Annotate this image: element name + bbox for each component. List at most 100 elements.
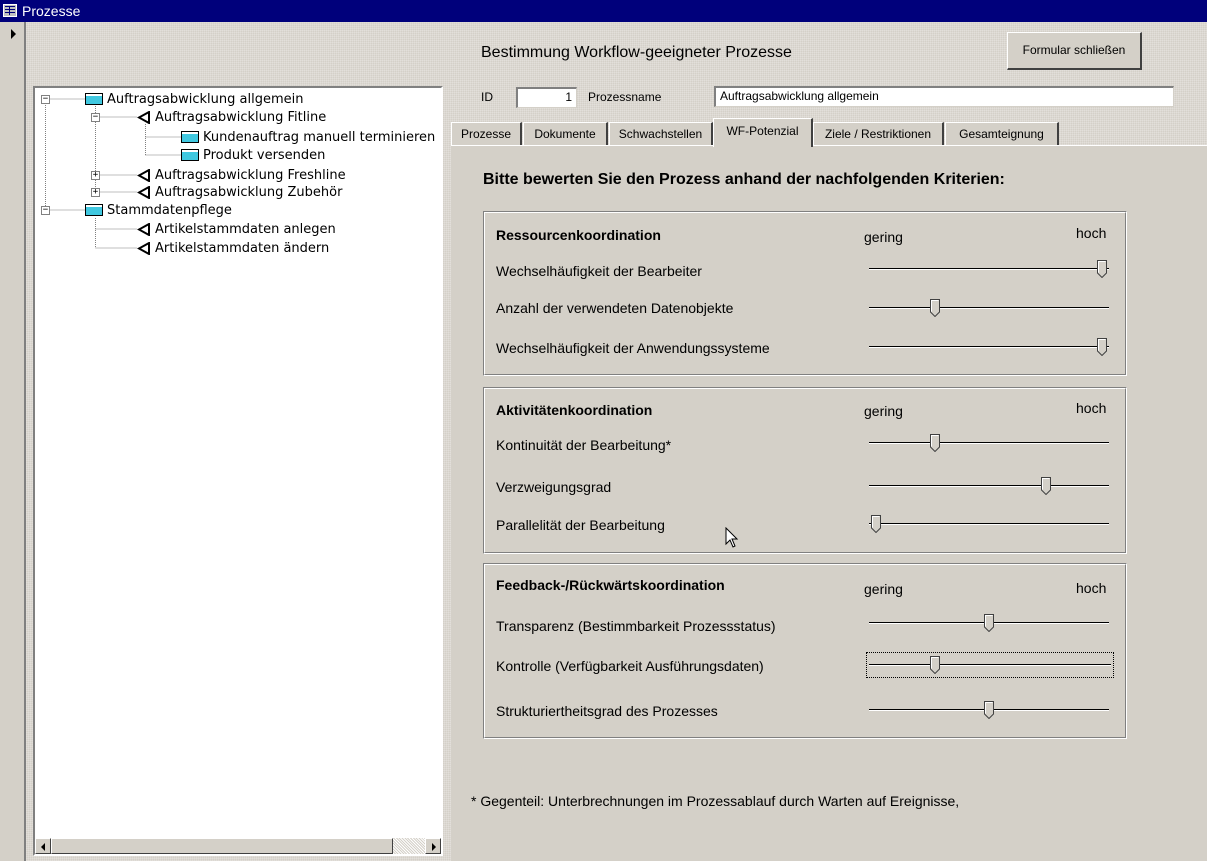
scale-high-label: hoch — [1076, 580, 1107, 596]
tree-node-label: Stammdatenpflege — [107, 202, 232, 218]
rating-slider[interactable] — [869, 259, 1109, 279]
scroll-left-button[interactable] — [35, 838, 51, 854]
window-title: Prozesse — [22, 3, 81, 19]
tree-node[interactable]: Auftragsabwicklung allgemein — [85, 90, 303, 108]
criterion-label: Kontinuität der Bearbeitung* — [496, 437, 672, 453]
slider-track[interactable] — [869, 664, 1111, 665]
rating-slider[interactable] — [869, 298, 1109, 318]
arrow-left-icon — [41, 843, 45, 851]
criterion-label: Anzahl der verwendeten Datenobjekte — [496, 300, 734, 316]
tree-node-label: Artikelstammdaten ändern — [155, 240, 330, 256]
collapse-icon[interactable]: − — [41, 95, 50, 104]
scroll-right-button[interactable] — [425, 838, 441, 854]
triangle-icon — [137, 185, 150, 199]
rating-slider[interactable] — [869, 476, 1109, 496]
tree-node[interactable]: Auftragsabwicklung Zubehör — [137, 183, 342, 201]
expand-icon[interactable]: + — [91, 171, 100, 180]
tree-node[interactable]: Auftragsabwicklung Fitline — [137, 108, 326, 126]
tree-node-label: Artikelstammdaten anlegen — [155, 221, 336, 237]
rating-slider[interactable] — [869, 514, 1109, 534]
folder-icon — [181, 131, 199, 143]
tree-node-label: Auftragsabwicklung Fitline — [155, 109, 327, 125]
rating-slider[interactable] — [869, 337, 1109, 357]
window-titlebar: Prozesse — [0, 0, 1207, 22]
tree-node-label: Produkt versenden — [203, 147, 326, 163]
page-heading: Bitte bewerten Sie den Prozess anhand de… — [483, 171, 1005, 188]
tab-gesamteignung[interactable]: Gesamteignung — [945, 122, 1059, 145]
tree-node[interactable]: Kundenauftrag manuell terminieren — [181, 128, 435, 146]
slider-thumb[interactable] — [984, 614, 994, 632]
group-title: Feedback-/Rückwärtskoordination — [496, 577, 725, 593]
rating-slider-focused[interactable] — [866, 652, 1114, 678]
close-form-button[interactable]: Formular schließen — [1007, 32, 1142, 70]
scale-low-label: gering — [864, 581, 903, 597]
tree-node[interactable]: Auftragsabwicklung Freshline — [137, 166, 346, 184]
slider-thumb[interactable] — [930, 656, 940, 674]
tree-horizontal-scrollbar[interactable] — [35, 838, 441, 854]
slider-thumb[interactable] — [1041, 477, 1051, 495]
form-title: Bestimmung Workflow-geeigneter Prozesse — [481, 44, 792, 61]
folder-icon — [85, 204, 103, 216]
folder-icon — [85, 93, 103, 105]
criterion-label: Kontrolle (Verfügbarkeit Ausführungsdate… — [496, 658, 764, 674]
slider-track[interactable] — [869, 307, 1109, 308]
criterion-label: Wechselhäufigkeit der Anwendungssysteme — [496, 340, 770, 356]
tree-node[interactable]: Artikelstammdaten anlegen — [137, 220, 336, 238]
slider-track[interactable] — [869, 442, 1109, 443]
scale-high-label: hoch — [1076, 225, 1107, 241]
rating-slider[interactable] — [869, 433, 1109, 453]
tree-node[interactable]: Stammdatenpflege — [85, 201, 232, 219]
process-tree[interactable]: − − + + − Auftragsabwicklung allgemein A… — [33, 86, 443, 856]
slider-thumb[interactable] — [1097, 338, 1107, 356]
folder-icon — [181, 149, 199, 161]
tree-node[interactable]: Artikelstammdaten ändern — [137, 239, 329, 257]
tab-prozesse[interactable]: Prozesse — [451, 122, 522, 145]
slider-thumb[interactable] — [1097, 260, 1107, 278]
tree-node-label: Kundenauftrag manuell terminieren — [203, 129, 436, 145]
current-record-arrow-icon — [11, 29, 16, 39]
tab-ziele-restriktionen[interactable]: Ziele / Restriktionen — [813, 122, 944, 145]
expand-icon[interactable]: + — [91, 188, 100, 197]
scale-low-label: gering — [864, 403, 903, 419]
rating-slider[interactable] — [869, 700, 1109, 720]
form-icon — [3, 4, 17, 17]
tree-node[interactable]: Produkt versenden — [181, 146, 325, 164]
criterion-label: Parallelität der Bearbeitung — [496, 517, 665, 533]
criterion-label: Verzweigungsgrad — [496, 479, 612, 495]
scale-high-label: hoch — [1076, 400, 1107, 416]
mouse-pointer-icon — [725, 527, 739, 548]
slider-thumb[interactable] — [984, 701, 994, 719]
slider-track[interactable] — [869, 485, 1109, 486]
scale-low-label: gering — [864, 229, 903, 245]
collapse-icon[interactable]: − — [91, 113, 100, 122]
triangle-icon — [137, 110, 150, 124]
slider-track[interactable] — [869, 523, 1109, 524]
slider-thumb[interactable] — [930, 434, 940, 452]
tab-dokumente[interactable]: Dokumente — [523, 122, 608, 145]
criterion-label: Strukturiertheitsgrad des Prozesses — [496, 703, 718, 719]
id-field[interactable]: 1 — [516, 87, 577, 108]
rating-slider[interactable] — [869, 613, 1109, 633]
tree-node-label: Auftragsabwicklung allgemein — [107, 91, 304, 107]
criterion-label: Transparenz (Bestimmbarkeit Prozessstatu… — [496, 618, 776, 634]
tab-schwachstellen[interactable]: Schwachstellen — [609, 122, 713, 145]
collapse-icon[interactable]: − — [41, 206, 50, 215]
scrollbar-thumb[interactable] — [51, 838, 393, 854]
criterion-label: Wechselhäufigkeit der Bearbeiter — [496, 263, 702, 279]
slider-thumb[interactable] — [871, 515, 881, 533]
slider-track[interactable] — [869, 268, 1109, 269]
record-selector[interactable] — [0, 22, 26, 861]
group-title: Ressourcenkoordination — [496, 227, 661, 243]
triangle-icon — [137, 241, 150, 255]
process-name-field[interactable]: Auftragsabwicklung allgemein — [714, 86, 1174, 107]
footnote: * Gegenteil: Unterbrechnungen im Prozess… — [471, 793, 960, 809]
slider-thumb[interactable] — [930, 299, 940, 317]
slider-track[interactable] — [869, 346, 1109, 347]
tree-node-label: Auftragsabwicklung Freshline — [155, 167, 346, 183]
arrow-right-icon — [432, 843, 436, 851]
id-label: ID — [481, 90, 493, 104]
triangle-icon — [137, 168, 150, 182]
tab-wf-potenzial[interactable]: WF-Potenzial — [713, 118, 813, 147]
process-name-label: Prozessname — [588, 90, 662, 104]
tree-node-label: Auftragsabwicklung Zubehör — [155, 184, 343, 200]
